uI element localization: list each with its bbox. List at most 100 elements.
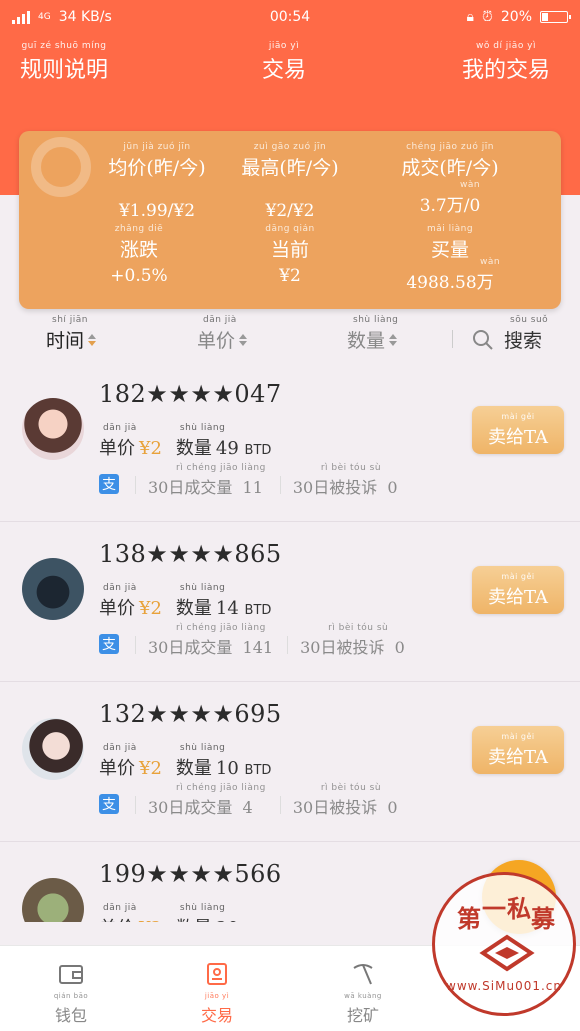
pinyin: wàn <box>459 180 481 190</box>
my-trades-link[interactable]: wǒ dí jiāo yì 我的交易 <box>462 40 550 84</box>
quantity-label: 数量 <box>175 758 212 779</box>
network-label: 4G <box>38 12 51 22</box>
list-item[interactable]: 132★★★★695 dān jià 单价 ¥2 shù liàng 数量 10 B… <box>0 682 580 842</box>
unit-price-label: 单价 <box>99 438 135 459</box>
sell-to-button[interactable]: mài gěi 卖给TA <box>472 406 564 454</box>
stat-high-label: 最高(昨/今) <box>241 157 339 179</box>
unit-price-value: ¥2 <box>139 918 162 922</box>
seller-stats: 支 rì chéng jiāo liàng 30日成交量 4 rì bèi tó… <box>99 782 412 818</box>
pinyin: dān jià <box>103 583 137 593</box>
sort-by-price[interactable]: dān jià 单价 <box>197 314 248 353</box>
tab-wallet-label: 钱包 <box>54 1006 87 1025</box>
pinyin: rì bèi tóu sù <box>328 623 389 633</box>
currency-unit: BTD <box>244 603 272 618</box>
rules-link[interactable]: guī zé shuō míng 规则说明 <box>20 40 108 84</box>
sell-to-button[interactable]: mài gěi 卖给TA <box>472 726 564 774</box>
quantity-label: 数量 <box>176 918 212 922</box>
my-trades-label: 我的交易 <box>462 58 551 83</box>
pinyin: jūn jià zuó jīn <box>123 142 191 152</box>
seller-stats: 支 rì chéng jiāo liàng 30日成交量 141 rì bèi … <box>99 622 419 658</box>
sort-time-label: 时间 <box>46 330 85 352</box>
tab-wallet[interactable]: qián bāo 钱包 <box>26 960 116 1026</box>
alipay-icon: 支 <box>99 474 119 494</box>
unit-price-label: 单价 <box>99 598 135 619</box>
sell-to-button[interactable]: mài gěi 卖给TA <box>472 566 564 614</box>
divider <box>279 476 281 494</box>
pinyin: zuì gāo zuó jīn <box>253 142 327 152</box>
watermark-stamp: 第 一 私 募 www.SiMu001.cn <box>432 872 576 1016</box>
network-speed: 34 KB/s <box>58 9 112 25</box>
listing-meta: dān jià 单价 ¥2 shù liàng 数量 10 BTD <box>99 742 271 780</box>
stat-buy-value: 4988.58万 <box>406 273 494 293</box>
seller-stats: 支 rì chéng jiāo liàng 30日成交量 11 rì bèi t… <box>99 462 412 498</box>
deals-30d-label: 30日成交量 <box>148 638 233 657</box>
watermark-logo-icon <box>479 934 535 972</box>
pinyin: mài gěi <box>501 732 535 741</box>
watermark-site: www.SiMu001.cn <box>446 979 562 993</box>
wallet-icon <box>59 965 83 984</box>
seller-phone: 138★★★★865 <box>99 540 282 568</box>
unit-price-value: ¥2 <box>139 438 162 459</box>
search-button[interactable]: sōu suǒ 搜索 <box>472 314 548 353</box>
sort-by-time[interactable]: shí jiān 时间 <box>46 314 97 353</box>
divider <box>287 636 289 654</box>
listing-meta: dān jià 单价 ¥2 shù liàng 数量 14 BTD <box>99 582 271 620</box>
pinyin: shí jiān <box>52 315 88 325</box>
avatar <box>22 718 84 780</box>
stat-change-value: +0.5% <box>110 266 168 286</box>
tab-trade[interactable]: jiāo yì 交易 <box>172 960 262 1026</box>
deals-30d-value: 4 <box>242 798 253 817</box>
list-item[interactable]: 182★★★★047 dān jià 单价 ¥2 shù liàng 数量 49 B… <box>0 362 580 522</box>
sort-arrows-icon <box>389 333 398 346</box>
trade-icon <box>207 963 227 985</box>
pinyin: wā kuàng <box>344 992 382 1000</box>
seller-phone: 132★★★★695 <box>99 700 282 728</box>
stat-current-value: ¥2 <box>279 266 301 286</box>
complaints-30d-label: 30日被投诉 <box>292 798 378 817</box>
quantity-value: 14 <box>215 598 239 619</box>
stat-deal-label: 成交(昨/今) <box>401 157 499 179</box>
clock: 00:54 <box>269 9 311 25</box>
avatar <box>22 878 84 922</box>
stat-change-label: 涨跌 <box>119 239 158 261</box>
pinyin: jiāo yì <box>204 992 230 1000</box>
pinyin: dān jià <box>203 315 237 325</box>
unit-price-label: 单价 <box>99 918 135 922</box>
tab-mining[interactable]: wā kuàng 挖矿 <box>318 960 408 1026</box>
pickaxe-icon <box>353 964 373 985</box>
rules-label: 规则说明 <box>20 58 109 83</box>
stat-avg-value: ¥1.99/¥2 <box>118 201 196 221</box>
alipay-icon: 支 <box>99 634 119 654</box>
seller-phone: 199★★★★566 <box>99 860 282 888</box>
market-stats-card: jūn jià zuó jīn 均价(昨/今) ¥1.99/¥2 zuì gāo… <box>19 131 561 309</box>
pinyin: jiāo yì <box>268 41 300 51</box>
search-label: 搜索 <box>504 330 543 352</box>
currency-unit: BTD <box>244 443 272 458</box>
battery-icon <box>540 11 571 23</box>
battery-level: 20% <box>500 9 532 25</box>
stat-avg-label: 均价(昨/今) <box>108 157 206 179</box>
pinyin <box>155 189 158 201</box>
stat-deal-value-wrap: wàn 3.7万/0 <box>360 179 540 216</box>
pinyin: wǒ dí jiāo yì <box>476 41 537 51</box>
unit-price-label: 单价 <box>99 758 135 779</box>
avatar <box>22 558 84 620</box>
sort-arrows-icon <box>239 333 248 346</box>
divider <box>279 796 281 814</box>
pinyin: shù liàng <box>179 583 226 593</box>
stat-high: zuì gāo zuó jīn 最高(昨/今) <box>200 141 380 180</box>
listing-meta: dān jià 单价 ¥2 shù liàng 数量 49 BTD <box>99 422 271 460</box>
alarm-icon: ⏰︎ <box>481 9 493 25</box>
sort-by-quantity[interactable]: shù liàng 数量 <box>347 314 398 353</box>
stat-current-label: 当前 <box>270 239 309 261</box>
divider <box>135 796 136 814</box>
quantity-label: 数量 <box>175 438 212 459</box>
deals-30d-value: 11 <box>242 478 263 497</box>
signal-icon <box>12 10 30 24</box>
list-item[interactable]: 138★★★★865 dān jià 单价 ¥2 shù liàng 数量 14 B… <box>0 522 580 682</box>
pinyin: shù liàng <box>353 315 399 325</box>
stat-current: dāng qián 当前 <box>200 223 380 262</box>
sort-bar: shí jiān 时间 dān jià 单价 shù liàng 数量 sōu … <box>0 310 580 360</box>
pinyin: dān jià <box>103 743 137 753</box>
sort-price-label: 单价 <box>197 330 236 352</box>
